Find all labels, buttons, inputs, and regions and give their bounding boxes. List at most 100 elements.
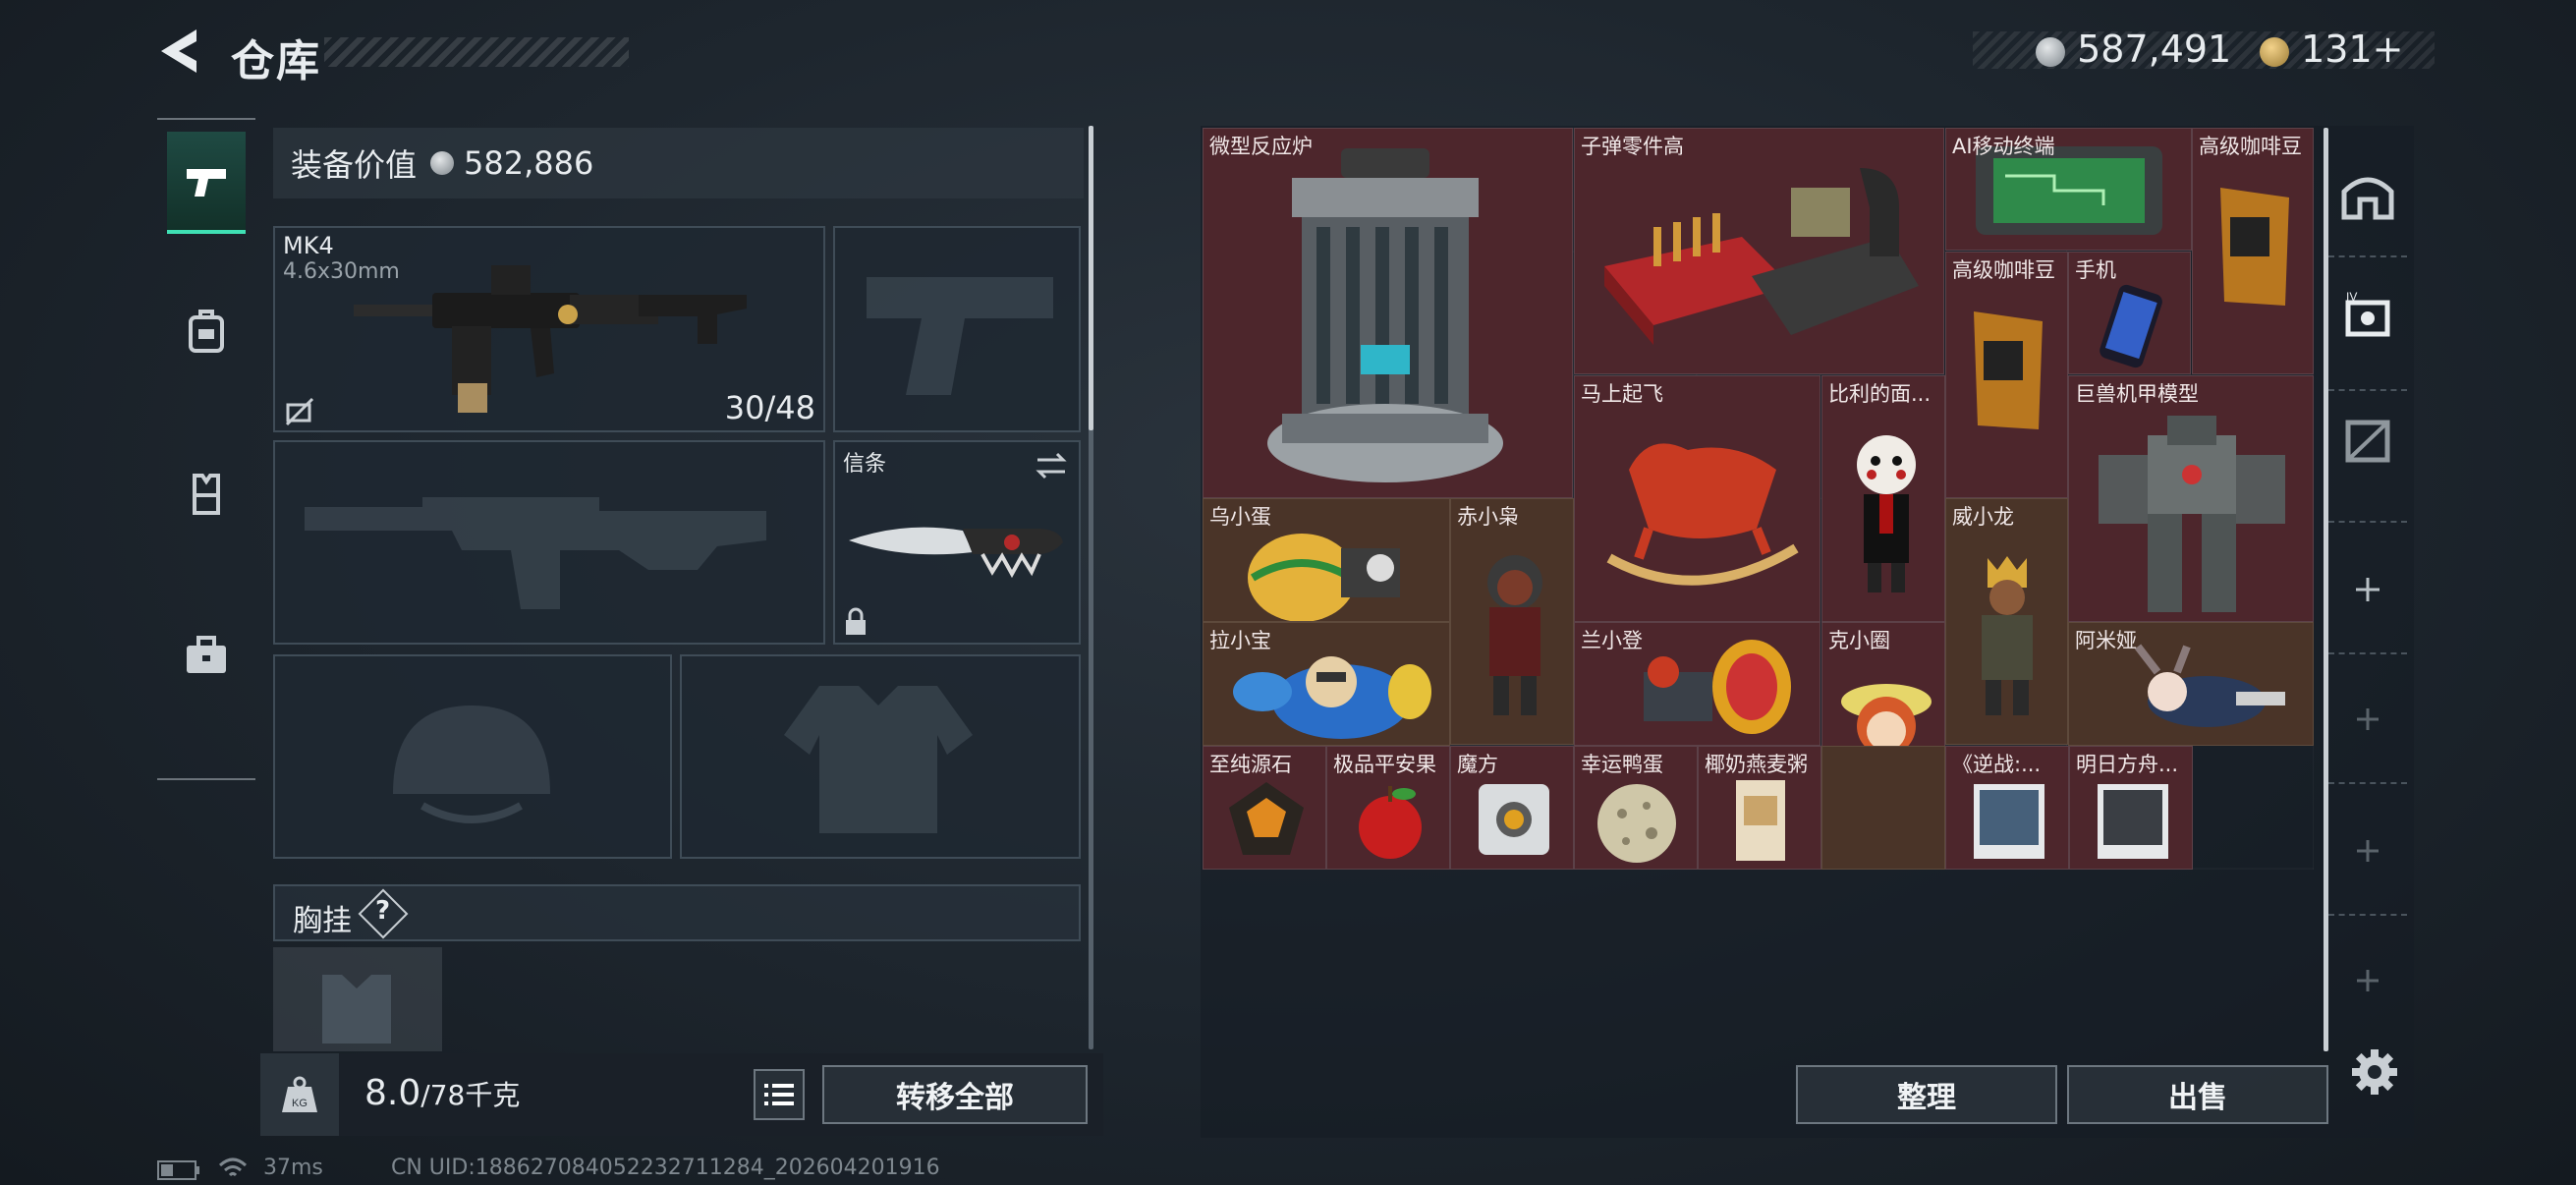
stash-item[interactable]: 巨兽机甲模型 bbox=[2068, 375, 2314, 622]
item-name: 魔方 bbox=[1457, 753, 1498, 776]
knife-image bbox=[849, 527, 1063, 579]
plus-icon bbox=[2357, 970, 2379, 991]
container-icon bbox=[2345, 420, 2390, 463]
stash-item[interactable]: 明日方舟... bbox=[2069, 746, 2193, 870]
item-name: 子弹零件高 bbox=[1581, 135, 1684, 158]
sidearm-slot[interactable] bbox=[833, 226, 1081, 432]
tab-case[interactable] bbox=[167, 606, 246, 705]
billy-figure-image bbox=[1857, 435, 1916, 592]
item-name: 阿米娅 bbox=[2075, 629, 2137, 652]
item-name: 威小龙 bbox=[1952, 505, 2014, 529]
help-icon-label: ? bbox=[375, 896, 391, 926]
helmet-slot[interactable] bbox=[273, 654, 672, 859]
coffee-bag-image bbox=[2220, 188, 2289, 306]
weight-icon: KG bbox=[282, 1076, 317, 1112]
item-name: 乌小蛋 bbox=[1209, 505, 1271, 529]
locked-stash-tab bbox=[2338, 951, 2397, 1010]
currency-b[interactable]: 131+ bbox=[2260, 28, 2403, 71]
egg-figure-image bbox=[1248, 534, 1400, 621]
item-name: 椰奶燕麦粥 bbox=[1705, 753, 1808, 776]
stash-item[interactable]: 乌小蛋 bbox=[1203, 498, 1450, 622]
stash-item[interactable]: 高级咖啡豆 bbox=[2192, 128, 2314, 374]
stash-item[interactable]: 微型反应炉 bbox=[1203, 128, 1573, 498]
gear-icon[interactable] bbox=[2350, 1047, 2399, 1097]
backpack-icon bbox=[189, 310, 224, 353]
tab-backpack[interactable] bbox=[167, 282, 246, 380]
stash-item[interactable]: 手机 bbox=[2068, 252, 2191, 374]
melee-slot[interactable]: 信条 bbox=[833, 440, 1081, 645]
coin-icon bbox=[430, 151, 455, 175]
stash-item[interactable]: 比利的面... bbox=[1821, 375, 1945, 622]
stash-tab-1[interactable] bbox=[2338, 167, 2397, 226]
rail-divider bbox=[2328, 652, 2407, 654]
item-name: 比利的面... bbox=[1828, 382, 1932, 406]
amiya-figure-image bbox=[2134, 644, 2285, 727]
weapon-name: MK4 bbox=[283, 232, 334, 259]
stash-tab-2[interactable]: IV bbox=[2338, 285, 2397, 344]
armor-slot[interactable] bbox=[680, 654, 1081, 859]
stash-item[interactable]: 高级咖啡豆 bbox=[1945, 252, 2068, 498]
stash-item[interactable]: 拉小宝 bbox=[1203, 622, 1450, 746]
spacer-cell bbox=[1821, 746, 1945, 870]
vest-icon bbox=[193, 474, 220, 515]
back-arrow-icon[interactable] bbox=[157, 28, 200, 75]
sort-button[interactable]: 整理 bbox=[1796, 1065, 2057, 1124]
apple-icon bbox=[1359, 786, 1422, 859]
plus-icon bbox=[2357, 708, 2379, 730]
secondary-weapon-slot[interactable] bbox=[273, 440, 825, 645]
stash-item[interactable]: 幸运鸭蛋 bbox=[1574, 746, 1698, 870]
stash-item[interactable]: 极品平安果 bbox=[1326, 746, 1450, 870]
stash-item[interactable]: 阿米娅 bbox=[2068, 622, 2314, 746]
bullet-parts-image bbox=[1604, 168, 1919, 345]
stash-grid: 微型反应炉 子弹零件高 AI移动终端 高级咖啡豆 高级咖啡豆 手机 马上起飞 比… bbox=[1203, 128, 2314, 870]
transfer-all-button[interactable]: 转移全部 bbox=[822, 1065, 1088, 1124]
coin-icon bbox=[2036, 36, 2065, 67]
rail-divider bbox=[2328, 914, 2407, 916]
tab-vest[interactable] bbox=[167, 444, 246, 542]
item-name: 赤小枭 bbox=[1457, 505, 1519, 529]
bunker-icon bbox=[2341, 177, 2394, 220]
item-name: 巨兽机甲模型 bbox=[2075, 382, 2199, 406]
stash-tab-3[interactable] bbox=[2338, 411, 2397, 470]
container-iv-icon: IV bbox=[2345, 290, 2390, 337]
item-name: 马上起飞 bbox=[1581, 382, 1663, 406]
swap-icon[interactable] bbox=[1034, 450, 1069, 481]
rail-divider bbox=[2328, 782, 2407, 784]
list-view-button[interactable] bbox=[754, 1069, 805, 1120]
stash-item[interactable]: 兰小登 bbox=[1574, 622, 1820, 746]
item-name: 拉小宝 bbox=[1209, 629, 1271, 652]
stash-item[interactable]: 子弹零件高 bbox=[1574, 128, 1944, 374]
sell-button[interactable]: 出售 bbox=[2067, 1065, 2328, 1124]
tab-weapons[interactable] bbox=[167, 132, 246, 234]
rail-divider bbox=[2328, 389, 2407, 391]
stash-item[interactable]: 威小龙 bbox=[1945, 498, 2068, 745]
chest-rig-slot[interactable] bbox=[273, 947, 442, 1051]
item-name: 兰小登 bbox=[1581, 629, 1643, 652]
rail-divider bbox=[2328, 255, 2407, 257]
stash-item[interactable]: 《逆战:... bbox=[1945, 746, 2069, 870]
rocking-horse-image bbox=[1606, 443, 1799, 586]
equipment-scrollbar-thumb[interactable] bbox=[1089, 126, 1093, 430]
stash-item[interactable]: 椰奶燕麦粥 bbox=[1698, 746, 1821, 870]
stash-item[interactable]: 赤小枭 bbox=[1450, 498, 1574, 745]
plus-icon bbox=[2357, 840, 2379, 862]
stash-item[interactable]: 至纯源石 bbox=[1203, 746, 1326, 870]
item-name: 克小圈 bbox=[1828, 629, 1890, 652]
primary-weapon-slot[interactable]: MK4 4.6x30mm 30/48 bbox=[273, 226, 825, 432]
currency-a-value: 587,491 bbox=[2077, 28, 2232, 71]
item-name: 高级咖啡豆 bbox=[1952, 258, 2055, 282]
armor-silhouette-icon bbox=[784, 686, 973, 833]
pistol-icon bbox=[187, 169, 226, 197]
chest-rig-header: 胸挂 ? bbox=[273, 884, 1081, 941]
add-currency-button[interactable]: + bbox=[2373, 28, 2404, 71]
currency-b-value: 131 bbox=[2301, 28, 2373, 71]
stash-item[interactable]: 魔方 bbox=[1450, 746, 1574, 870]
rail-divider bbox=[2328, 521, 2407, 523]
stash-item[interactable]: AI移动终端 bbox=[1945, 128, 2192, 251]
melee-name: 信条 bbox=[843, 452, 887, 477]
title-decoration bbox=[324, 37, 629, 67]
weight-text: 8.0/78千克 bbox=[364, 1073, 520, 1113]
stash-item[interactable]: 马上起飞 bbox=[1574, 375, 1820, 622]
add-stash-tab-button[interactable] bbox=[2338, 560, 2397, 619]
egg-image bbox=[1597, 784, 1676, 863]
